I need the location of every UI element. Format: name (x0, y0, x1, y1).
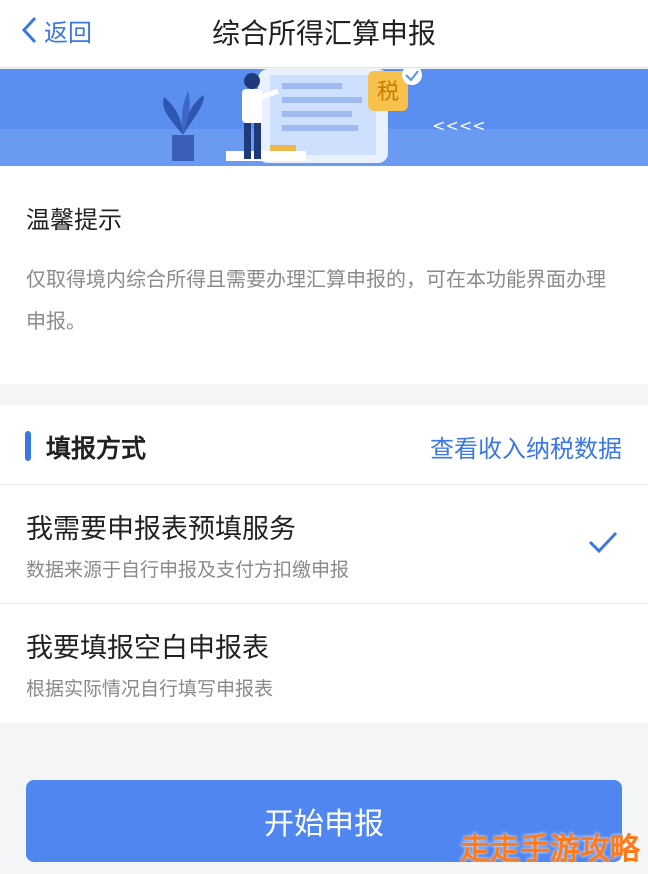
tip-text: 仅取得境内综合所得且需要办理汇算申报的，可在本功能界面办理申报。 (26, 267, 606, 333)
svg-text:税: 税 (377, 80, 399, 105)
option-prefill-service[interactable]: 我需要申报表预填服务 数据来源于自行申报及支付方扣缴申报 (0, 485, 648, 604)
checkmark-icon (588, 531, 618, 554)
tip-title: 温馨提示 (26, 206, 122, 234)
option-title: 我要填报空白申报表 (26, 633, 269, 664)
illustration-banner: 税 <<<< (0, 69, 648, 166)
option-title: 我需要申报表预填服务 (26, 514, 296, 545)
tip-card: 温馨提示 仅取得境内综合所得且需要办理汇算申报的，可在本功能界面办理申报。 (0, 166, 648, 384)
view-income-tax-data-link[interactable]: 查看收入纳税数据 (430, 429, 622, 464)
section-accent-bar (25, 431, 31, 461)
option-subtitle: 根据实际情况自行填写申报表 (26, 678, 274, 700)
method-title: 填报方式 (46, 434, 147, 463)
method-card: 填报方式 查看收入纳税数据 我需要申报表预填服务 数据来源于自行申报及支付方扣缴… (0, 405, 648, 723)
arrows-decoration: <<<< (432, 116, 486, 135)
navigation-bar: 返回 综合所得汇算申报 (0, 0, 648, 68)
banner-illustration: 税 <<<< (0, 69, 648, 166)
option-subtitle: 数据来源于自行申报及支付方扣缴申报 (26, 559, 350, 581)
method-header: 填报方式 查看收入纳税数据 (0, 405, 648, 485)
option-blank-form[interactable]: 我要填报空白申报表 根据实际情况自行填写申报表 (0, 604, 648, 723)
page-title: 综合所得汇算申报 (211, 17, 436, 50)
watermark: 走走手游攻略 (460, 832, 640, 867)
